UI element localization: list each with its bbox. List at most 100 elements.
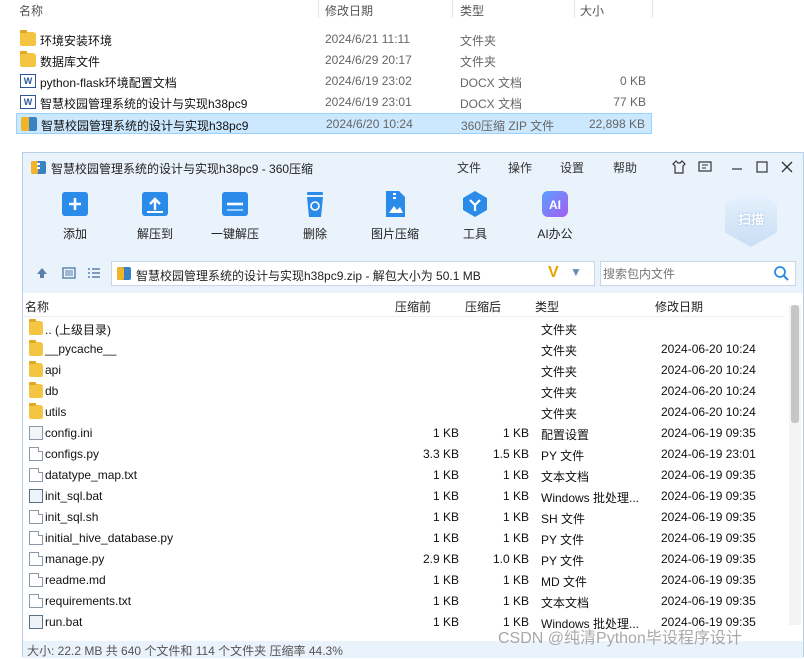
column-size-after[interactable]: 压缩后 xyxy=(465,298,501,315)
column-name[interactable]: 名称 xyxy=(19,2,43,19)
size-before: 2.9 KB xyxy=(422,552,459,566)
ai-office-button[interactable]: AI AI办公 xyxy=(520,189,590,249)
file-name: 智慧校园管理系统的设计与实现h38pc9 xyxy=(41,119,249,133)
file-row[interactable]: config.ini 1 KB 1 KB 配置设置 2024-06-19 09:35 xyxy=(23,423,785,444)
column-size[interactable]: 大小 xyxy=(580,2,604,19)
file-row[interactable]: readme.md 1 KB 1 KB MD 文件 2024-06-19 09:35 xyxy=(23,570,785,591)
file-row[interactable]: db 文件夹 2024-06-20 10:24 xyxy=(23,381,785,402)
scrollbar-thumb[interactable] xyxy=(791,305,799,423)
thumbnail-view-icon[interactable] xyxy=(60,264,78,282)
file-name: 环境安装环境 xyxy=(40,34,113,48)
file-date: 2024/6/20 10:24 xyxy=(326,117,413,131)
file-row[interactable]: .. (上级目录) 文件夹 xyxy=(23,318,785,339)
minimize-button[interactable] xyxy=(727,157,747,177)
column-name[interactable]: 名称 xyxy=(25,298,49,315)
scan-button[interactable]: 扫描 xyxy=(725,189,777,247)
size-after: 1 KB xyxy=(502,489,529,503)
search-input[interactable] xyxy=(603,264,763,283)
menu-file[interactable]: 文件 xyxy=(457,159,481,176)
file-row[interactable]: datatype_map.txt 1 KB 1 KB 文本文档 2024-06-19 0… xyxy=(23,465,785,486)
list-view-icon[interactable] xyxy=(85,264,103,282)
file-icon xyxy=(29,531,43,545)
file-name: initial_hive_database.py xyxy=(45,531,174,545)
one-click-extract-button[interactable]: 一键解压 xyxy=(200,189,270,249)
v-logo-icon[interactable]: V xyxy=(548,264,559,282)
explorer-row[interactable]: Wpython-flask环境配置文档 2024/6/19 23:02 DOCX 文… xyxy=(16,71,652,92)
address-bar: 智慧校园管理系统的设计与实现h38pc9.zip - 解包大小为 50.1 MB… xyxy=(23,259,803,287)
menu-operate[interactable]: 操作 xyxy=(508,159,532,176)
add-button[interactable]: 添加 xyxy=(40,189,110,249)
word-doc-icon: W xyxy=(20,74,36,88)
file-date: 2024/6/19 23:02 xyxy=(325,74,412,88)
file-type: PY 文件 xyxy=(541,533,585,547)
batch-file-icon xyxy=(29,615,43,629)
file-type: 文本文档 xyxy=(541,470,590,484)
up-arrow-icon[interactable] xyxy=(33,264,51,282)
file-modified: 2024-06-19 09:35 xyxy=(661,426,756,440)
tools-button[interactable]: 工具 xyxy=(440,189,510,249)
extract-to-icon xyxy=(142,192,168,216)
column-divider[interactable] xyxy=(574,0,575,18)
column-divider[interactable] xyxy=(452,0,453,18)
file-name: __pycache__ xyxy=(45,342,117,356)
size-before: 1 KB xyxy=(432,573,459,587)
file-icon xyxy=(29,552,43,566)
file-list-header: 名称 压缩前 压缩后 类型 修改日期 xyxy=(23,293,785,317)
maximize-button[interactable] xyxy=(752,157,772,177)
file-row[interactable]: initial_hive_database.py 1 KB 1 KB PY 文件 202… xyxy=(23,528,785,549)
menu-help[interactable]: 帮助 xyxy=(613,159,637,176)
title-bar[interactable]: 智慧校园管理系统的设计与实现h38pc9 - 360压缩 文件 操作 设置 帮助 xyxy=(23,153,803,181)
delete-button[interactable]: 删除 xyxy=(280,189,350,249)
file-row[interactable]: __pycache__ 文件夹 2024-06-20 10:24 xyxy=(23,339,785,360)
one-click-extract-icon xyxy=(222,192,248,216)
path-field[interactable]: 智慧校园管理系统的设计与实现h38pc9.zip - 解包大小为 50.1 MB… xyxy=(111,261,595,286)
column-type[interactable]: 类型 xyxy=(535,298,559,315)
file-modified: 2024-06-19 09:35 xyxy=(661,573,756,587)
file-icon xyxy=(29,573,43,587)
file-row[interactable]: requirements.txt 1 KB 1 KB 文本文档 2024-06-19 0… xyxy=(23,591,785,612)
search-icon[interactable] xyxy=(773,265,789,281)
column-type[interactable]: 类型 xyxy=(460,2,484,19)
column-modified[interactable]: 修改日期 xyxy=(655,298,703,315)
explorer-row[interactable]: 数据库文件 2024/6/29 20:17 文件夹 xyxy=(16,50,652,71)
file-type: DOCX 文档 xyxy=(460,97,523,111)
file-modified: 2024-06-19 09:35 xyxy=(661,594,756,608)
file-row[interactable]: init_sql.sh 1 KB 1 KB SH 文件 2024-06-19 09:35 xyxy=(23,507,785,528)
file-name: .. (上级目录) xyxy=(45,323,111,337)
skin-icon[interactable] xyxy=(669,157,689,177)
word-doc-icon: W xyxy=(20,95,36,109)
watermark: CSDN @纯清Python毕设程序设计 xyxy=(498,630,742,647)
file-row[interactable]: init_sql.bat 1 KB 1 KB Windows 批处理... 2024-0… xyxy=(23,486,785,507)
file-date: 2024/6/19 23:01 xyxy=(325,95,412,109)
explorer-row[interactable]: W 智慧校园管理系统的设计与实现h38pc9 2024/6/19 23:01 DOCX… xyxy=(16,92,652,113)
chevron-down-icon[interactable]: ▼ xyxy=(570,265,582,279)
size-before: 1 KB xyxy=(432,489,459,503)
column-divider[interactable] xyxy=(652,0,653,18)
file-row[interactable]: utils 文件夹 2024-06-20 10:24 xyxy=(23,402,785,423)
explorer-row[interactable]: 环境安装环境 2024/6/21 11:11 文件夹 xyxy=(16,29,652,50)
size-before: 3.3 KB xyxy=(422,447,459,461)
file-row[interactable]: api 文件夹 2024-06-20 10:24 xyxy=(23,360,785,381)
explorer-row[interactable]: 智慧校园管理系统的设计与实现h38pc9 2024/6/20 10:24 360压缩… xyxy=(16,113,652,134)
file-icon xyxy=(29,594,43,608)
image-compress-button[interactable]: 图片压缩 xyxy=(360,189,430,249)
file-row[interactable]: configs.py 3.3 KB 1.5 KB PY 文件 2024-06-19 23… xyxy=(23,444,785,465)
column-size-before[interactable]: 压缩前 xyxy=(395,298,431,315)
feedback-icon[interactable] xyxy=(695,157,715,177)
file-type: PY 文件 xyxy=(541,449,585,463)
menu-settings[interactable]: 设置 xyxy=(560,159,584,176)
file-type: 360压缩 ZIP 文件 xyxy=(461,119,555,133)
file-modified: 2024-06-19 23:01 xyxy=(661,447,756,461)
vertical-scrollbar[interactable] xyxy=(789,305,801,625)
file-name: config.ini xyxy=(45,426,93,440)
column-date[interactable]: 修改日期 xyxy=(325,2,373,19)
size-before: 1 KB xyxy=(432,510,459,524)
close-button[interactable] xyxy=(777,157,797,177)
extract-to-button[interactable]: 解压到 xyxy=(120,189,190,249)
size-after: 1 KB xyxy=(502,468,529,482)
file-row[interactable]: manage.py 2.9 KB 1.0 KB PY 文件 2024-06-19 09:… xyxy=(23,549,785,570)
size-after: 1.5 KB xyxy=(492,447,529,461)
file-type: PY 文件 xyxy=(541,554,585,568)
column-divider[interactable] xyxy=(318,0,319,18)
folder-icon xyxy=(29,340,43,356)
